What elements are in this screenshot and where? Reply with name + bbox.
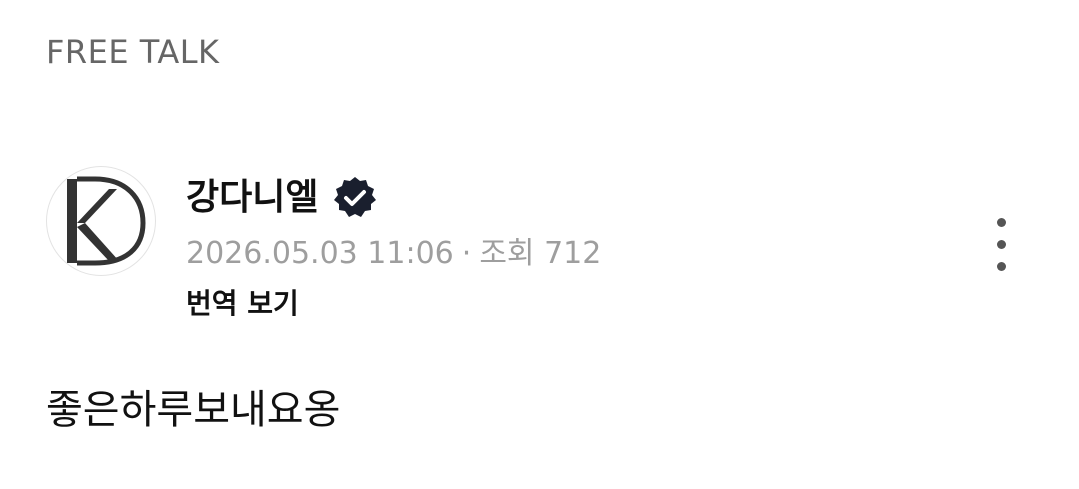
author-row: 강다니엘	[186, 174, 378, 222]
verified-badge-icon	[332, 175, 378, 221]
board-title: FREE TALK	[46, 33, 220, 71]
post-meta: 2026.05.03 11:06 · 조회 712	[186, 234, 601, 274]
more-dot	[997, 240, 1006, 249]
kd-logo-icon	[67, 176, 146, 266]
translate-button[interactable]: 번역 보기	[186, 286, 299, 322]
author-avatar[interactable]	[46, 166, 156, 276]
views-label: 조회	[479, 236, 535, 271]
more-dot	[997, 218, 1006, 227]
post-date: 2026.05.03 11:06	[186, 236, 454, 271]
views-count: 712	[544, 236, 602, 271]
more-vertical-icon[interactable]	[986, 218, 1018, 278]
author-name[interactable]: 강다니엘	[186, 176, 318, 220]
meta-separator: ·	[461, 236, 472, 271]
post-header: 강다니엘 2026.05.03 11:06 · 조회 712 번역 보기	[46, 166, 1046, 336]
post-body: 좋은하루보내요옹	[46, 387, 341, 433]
more-dot	[997, 262, 1006, 271]
